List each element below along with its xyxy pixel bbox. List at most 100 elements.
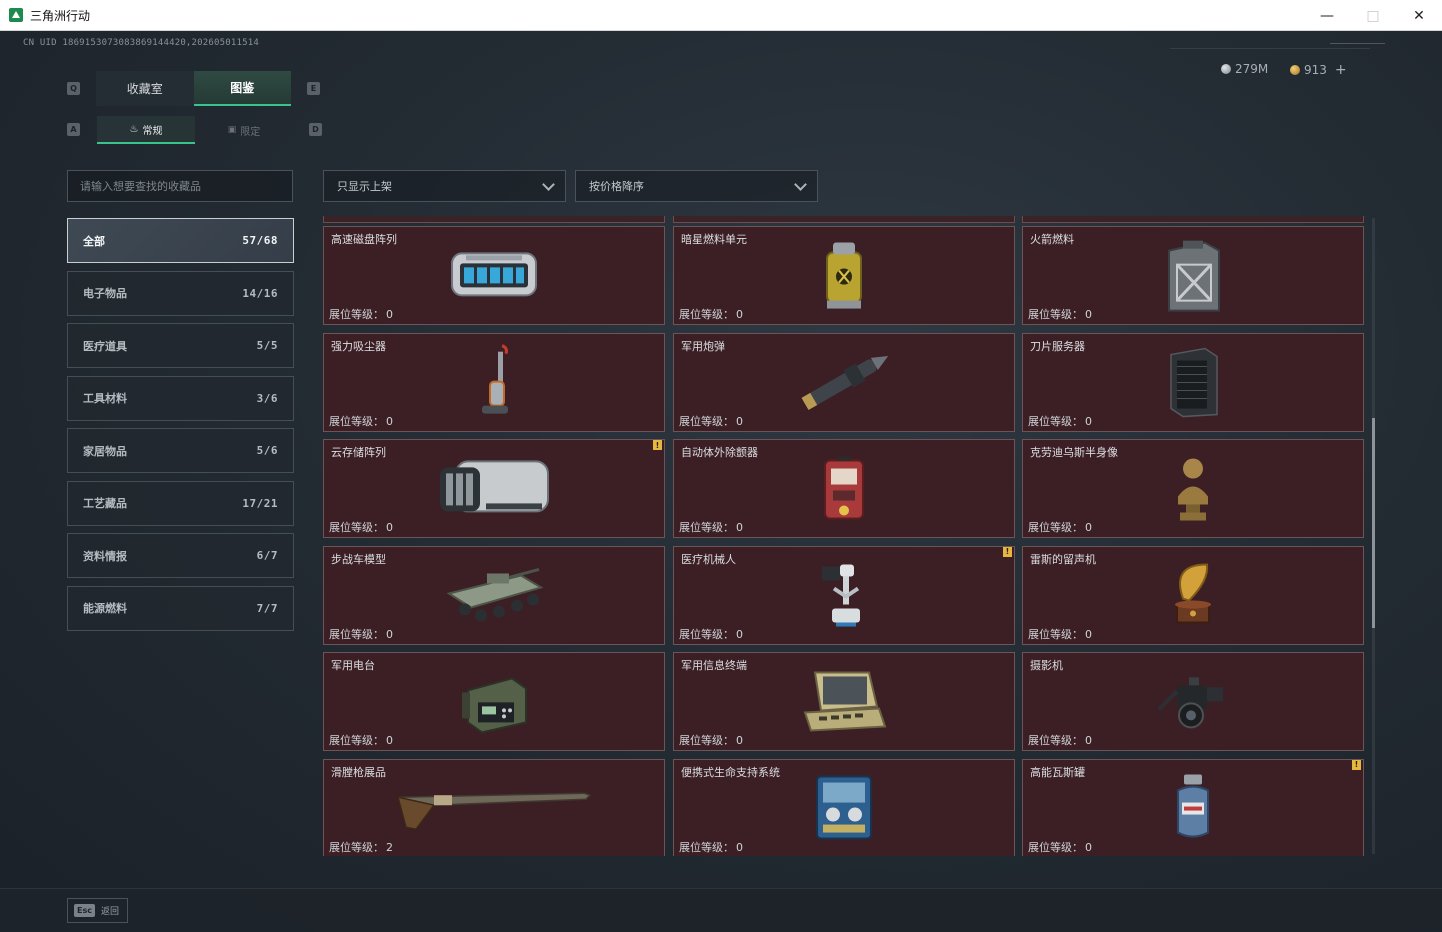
key-d-hint: D: [309, 123, 322, 136]
item-grid: 高速磁盘阵列 展位等级： 0 暗星燃料单元 展位等级： 0 火箭燃料 展位等级： 0 强力吸尘器展…: [322, 216, 1376, 856]
silver-amount: 279M: [1235, 62, 1269, 76]
key-e-hint: E: [307, 82, 320, 95]
display-level: 展位等级： 0: [329, 626, 393, 642]
collectible-card[interactable]: 高能瓦斯罐 展位等级： 0!: [1022, 758, 1364, 856]
item-name: 军用信息终端: [681, 659, 747, 672]
display-level: 展位等级： 0: [1028, 732, 1092, 748]
display-level-label: 展位等级：: [679, 308, 734, 321]
item-name: 步战车模型: [331, 552, 386, 566]
item-name: 云存储阵列: [331, 446, 386, 459]
collectible-card[interactable]: 强力吸尘器 展位等级： 0: [323, 332, 665, 432]
category-label: 资料情报: [83, 549, 127, 563]
grid-scrollbar[interactable]: [1372, 218, 1375, 854]
category-count: 14/16: [242, 286, 278, 300]
window-controls: — □ ✕: [1304, 0, 1442, 31]
category-count: 3/6: [256, 391, 278, 405]
category-energy[interactable]: 能源燃料 7/7: [67, 585, 294, 631]
search-input[interactable]: [67, 170, 293, 202]
decor-line: [1330, 43, 1385, 44]
scrollbar-thumb[interactable]: [1372, 418, 1375, 628]
collectible-card[interactable]: 克劳迪乌斯半身像 展位等级： 0: [1022, 439, 1364, 538]
display-level-value: 0: [1085, 627, 1092, 641]
collectible-card[interactable]: 步战车模型展位等级： 0: [323, 545, 665, 645]
category-tools[interactable]: 工具材料 3/6: [67, 375, 294, 421]
tab-regular[interactable]: ♨ 常规: [97, 116, 195, 144]
item-name: 自动体外除颤器: [681, 446, 758, 459]
display-level-value: 0: [386, 414, 393, 428]
category-label: 工艺藏品: [83, 497, 127, 510]
display-level-label: 展位等级：: [329, 414, 384, 428]
card-edge: [673, 216, 1015, 223]
display-level-label: 展位等级：: [679, 414, 734, 428]
defibrillator-icon: [819, 452, 869, 528]
display-level-value: 0: [1085, 734, 1092, 747]
alert-badge: !: [1352, 759, 1361, 770]
item-name: 雷斯的留声机: [1030, 552, 1096, 566]
close-button[interactable]: ✕: [1396, 0, 1442, 31]
back-button[interactable]: Esc 返回: [67, 898, 128, 923]
display-level-label: 展位等级：: [329, 308, 384, 321]
key-q-hint: Q: [67, 82, 80, 95]
collectible-card[interactable]: 火箭燃料 展位等级： 0: [1022, 226, 1364, 325]
display-level-value: 0: [1085, 521, 1092, 534]
gold-coin-icon: [1290, 65, 1300, 75]
display-level-value: 0: [386, 627, 393, 641]
maximize-button[interactable]: □: [1350, 0, 1396, 31]
collectible-card[interactable]: 军用炮弹 展位等级： 0: [673, 332, 1015, 432]
display-level: 展位等级： 0: [1028, 306, 1092, 322]
gas-canister-icon: [1168, 771, 1218, 849]
tab-codex[interactable]: 图鉴: [193, 71, 291, 106]
collectible-card[interactable]: 军用信息终端 展位等级： 0: [673, 652, 1015, 751]
display-level-value: 2: [386, 840, 393, 854]
display-level-label: 展位等级：: [1028, 840, 1083, 854]
listed-filter-dropdown[interactable]: 只显示上架: [323, 170, 566, 202]
category-count: 57/68: [242, 234, 278, 247]
collectible-card[interactable]: 滑膛枪展品 展位等级： 2: [323, 758, 665, 856]
image-icon: ▣: [227, 125, 237, 135]
collectible-card[interactable]: 摄影机 展位等级： 0: [1022, 652, 1364, 751]
game-viewport: CN UID 1869153073083869144420,2026050115…: [0, 31, 1442, 932]
sort-dropdown[interactable]: 按价格降序: [575, 170, 818, 202]
category-count: 17/21: [242, 496, 278, 510]
category-count: 6/7: [256, 549, 278, 562]
collectible-card[interactable]: 便携式生命支持系统 展位等级： 0: [673, 758, 1015, 856]
player-uid: CN UID 1869153073083869144420,2026050115…: [23, 38, 259, 48]
tab-collection-room[interactable]: 收藏室: [96, 71, 194, 106]
category-medical[interactable]: 医疗道具 5/5: [67, 323, 294, 368]
vacuum-icon: [472, 342, 516, 426]
minimize-button[interactable]: —: [1304, 0, 1350, 31]
gold-amount: 913: [1304, 63, 1327, 77]
collectible-card[interactable]: 云存储阵列 展位等级： 0!: [323, 439, 665, 538]
display-level-value: 0: [736, 414, 743, 428]
category-intel[interactable]: 资料情报 6/7: [67, 533, 294, 578]
collectible-card[interactable]: 自动体外除颤器 展位等级： 0: [673, 439, 1015, 538]
bottom-bar: Esc 返回: [0, 888, 1442, 932]
collectible-card[interactable]: 刀片服务器 展位等级： 0: [1022, 332, 1364, 432]
tab-regular-label: 常规: [142, 125, 163, 137]
category-household[interactable]: 家居物品 5/6: [67, 428, 294, 473]
life-support-icon: [809, 771, 879, 849]
add-currency-button[interactable]: +: [1335, 62, 1347, 78]
terminal-icon: [799, 666, 889, 740]
esc-key-icon: Esc: [74, 904, 95, 917]
category-all[interactable]: 全部 57/68: [67, 218, 294, 263]
collectible-card[interactable]: 暗星燃料单元 展位等级： 0: [673, 226, 1015, 325]
display-level: 展位等级： 0: [679, 306, 743, 322]
display-level-value: 0: [386, 734, 393, 747]
radio-icon: [454, 668, 534, 738]
collectible-card[interactable]: 高速磁盘阵列 展位等级： 0: [323, 226, 665, 325]
category-crafts[interactable]: 工艺藏品 17/21: [67, 480, 294, 526]
gold-currency: 913 +: [1290, 62, 1347, 78]
collectible-card[interactable]: 雷斯的留声机 展位等级： 0: [1022, 545, 1364, 645]
display-level-value: 0: [736, 308, 743, 321]
chevron-down-icon: [542, 178, 555, 191]
category-label: 医疗道具: [83, 339, 127, 353]
collectible-card[interactable]: 医疗机械人 展位等级： 0!: [673, 545, 1015, 645]
sort-label: 按价格降序: [589, 180, 644, 193]
tab-limited[interactable]: ▣ 限定: [195, 116, 293, 144]
display-level-value: 0: [736, 521, 743, 534]
category-electronics[interactable]: 电子物品 14/16: [67, 270, 294, 316]
collectible-card[interactable]: 军用电台 展位等级： 0: [323, 652, 665, 751]
display-level-label: 展位等级：: [1028, 414, 1083, 428]
server-icon: [1165, 345, 1221, 423]
